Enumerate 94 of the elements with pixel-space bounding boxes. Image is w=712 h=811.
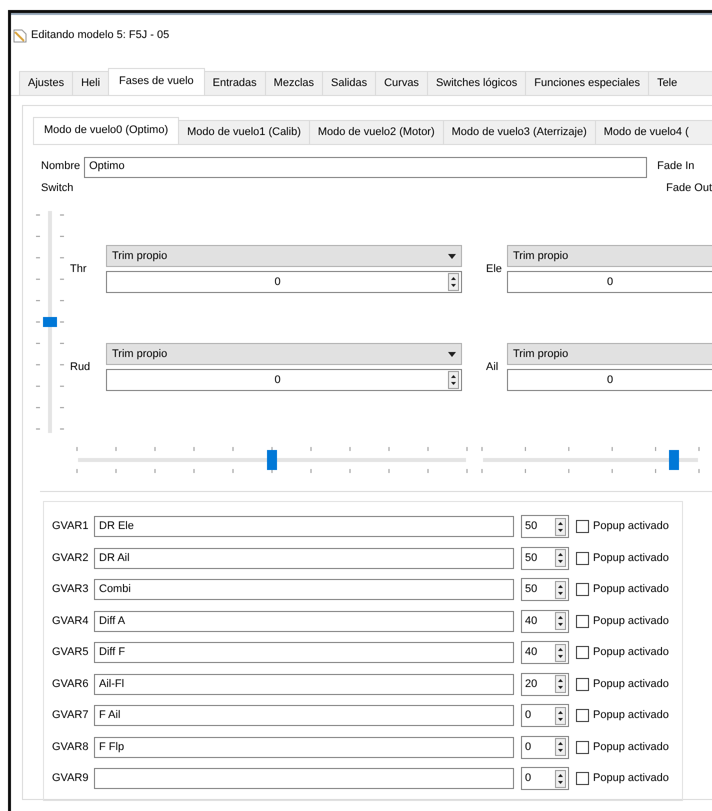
checkbox-label: Popup activado: [593, 520, 669, 534]
number-field[interactable]: 20: [521, 672, 569, 696]
spin-arrows-icon[interactable]: [555, 580, 566, 599]
text-field[interactable]: F Flp: [94, 736, 514, 758]
field-label: Switch: [41, 182, 74, 196]
field-label: GVAR2: [52, 552, 90, 565]
text-field[interactable]: F Ail: [94, 705, 514, 726]
tab[interactable]: Modo de vuelo0 (Optimo): [33, 117, 180, 144]
tab[interactable]: Funciones especiales: [525, 71, 650, 95]
dropdown[interactable]: Trim propio: [507, 343, 712, 366]
checkbox-label: Popup activado: [593, 646, 669, 660]
spin-arrows-icon[interactable]: [555, 770, 566, 788]
number-field[interactable]: 40: [521, 641, 569, 664]
text-field[interactable]: DR Ail: [94, 548, 514, 569]
spin-arrows-icon[interactable]: [448, 371, 459, 390]
spin-arrows-icon[interactable]: [555, 675, 566, 694]
checkbox-label: Popup activado: [593, 740, 669, 754]
checkbox[interactable]: [576, 552, 589, 565]
slider-thumb[interactable]: [43, 317, 57, 328]
dropdown[interactable]: Trim propio: [106, 343, 462, 366]
field-label: Rud: [70, 360, 90, 374]
caret-icon: [448, 254, 456, 259]
field-label: GVAR3: [52, 583, 90, 596]
text-field[interactable]: DR Ele: [94, 516, 514, 538]
text-field[interactable]: [94, 768, 514, 790]
tab[interactable]: Modo de vuelo4 (: [594, 120, 712, 144]
spin-arrows-icon[interactable]: [555, 549, 566, 568]
number-field[interactable]: 0: [106, 271, 462, 294]
tab[interactable]: Entradas: [204, 71, 266, 95]
slider-thumb[interactable]: [267, 450, 277, 470]
spin-arrows-icon[interactable]: [555, 738, 566, 756]
field-label: GVAR4: [52, 614, 90, 628]
tab[interactable]: Modo de vuelo1 (Calib): [178, 120, 310, 144]
checkbox[interactable]: [576, 740, 589, 754]
checkbox-label: Popup activado: [593, 678, 669, 691]
number-field[interactable]: 0: [106, 369, 462, 392]
number-field[interactable]: 0: [521, 767, 569, 790]
field-label: GVAR7: [52, 709, 90, 722]
window-title: Editando modelo 5: F5J - 05: [31, 29, 170, 43]
spin-arrows-icon[interactable]: [555, 612, 566, 630]
field-label: Ele: [486, 262, 502, 276]
tab[interactable]: Ajustes: [19, 71, 74, 95]
number-field[interactable]: 50: [521, 546, 569, 570]
spin-arrows-icon[interactable]: [448, 273, 459, 292]
tab[interactable]: Mezclas: [264, 71, 324, 95]
dropdown[interactable]: Trim propio: [106, 245, 462, 268]
number-field[interactable]: 0: [521, 736, 569, 759]
field-label: Thr: [70, 262, 86, 276]
caret-icon: [448, 352, 456, 357]
checkbox-label: Popup activado: [593, 772, 669, 786]
tab[interactable]: Modo de vuelo2 (Motor): [308, 120, 444, 144]
text-field[interactable]: Diff A: [94, 610, 514, 632]
checkbox[interactable]: [576, 583, 589, 596]
number-field[interactable]: 0: [507, 271, 712, 294]
spin-arrows-icon[interactable]: [555, 518, 566, 536]
checkbox[interactable]: [576, 772, 589, 786]
checkbox[interactable]: [576, 520, 589, 534]
checkbox[interactable]: [576, 678, 589, 691]
checkbox[interactable]: [576, 614, 589, 628]
spin-arrows-icon[interactable]: [555, 706, 566, 725]
tab[interactable]: Switches lógicos: [426, 71, 526, 95]
tab[interactable]: Modo de vuelo3 (Aterrizaje): [442, 120, 596, 144]
field-label: GVAR6: [52, 678, 90, 691]
checkbox-label: Popup activado: [593, 552, 669, 565]
field-label: Fade Out: [666, 182, 712, 196]
number-field[interactable]: 0: [507, 369, 712, 392]
checkbox-label: Popup activado: [593, 709, 669, 722]
field-label: GVAR5: [52, 646, 90, 660]
field-label: Fade In: [657, 160, 694, 174]
checkbox-label: Popup activado: [593, 614, 669, 628]
checkbox[interactable]: [576, 709, 589, 722]
field-label: GVAR8: [52, 740, 90, 754]
slider-thumb[interactable]: [669, 450, 680, 470]
number-field[interactable]: 50: [521, 578, 569, 602]
checkbox-label: Popup activado: [593, 583, 669, 596]
number-field[interactable]: 0: [521, 704, 569, 728]
field-label: Ail: [486, 360, 498, 374]
document-icon: [13, 29, 27, 43]
field-label: GVAR9: [52, 772, 90, 786]
field-label: Nombre: [41, 160, 80, 174]
text-field[interactable]: Ail-Fl: [94, 674, 514, 695]
dropdown[interactable]: Trim propio: [507, 245, 712, 268]
number-field[interactable]: 50: [521, 515, 569, 538]
tab[interactable]: Curvas: [375, 71, 428, 95]
tab[interactable]: Heli: [72, 71, 110, 95]
checkbox[interactable]: [576, 646, 589, 660]
text-field[interactable]: Combi: [94, 579, 514, 600]
text-field[interactable]: Diff F: [94, 642, 514, 664]
name-field[interactable]: Optimo: [84, 156, 648, 178]
tab[interactable]: Salidas: [322, 71, 376, 95]
tab[interactable]: Tele: [648, 71, 712, 95]
spin-arrows-icon[interactable]: [555, 644, 566, 662]
field-label: GVAR1: [52, 520, 90, 534]
number-field[interactable]: 40: [521, 610, 569, 633]
